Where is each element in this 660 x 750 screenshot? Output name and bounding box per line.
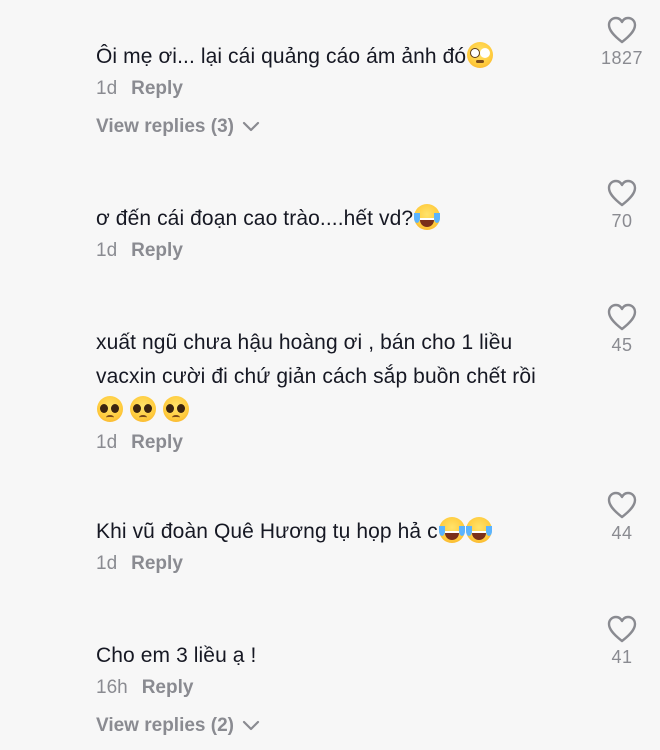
- comment-item: xuất ngũ chưa hậu hoàng ơi , bán cho 1 l…: [96, 326, 586, 454]
- reply-button[interactable]: Reply: [142, 677, 194, 699]
- joy-emoji-icon: [465, 517, 492, 543]
- comment-text: Cho em 3 liều ạ !: [96, 644, 257, 667]
- comment-age: 1d: [96, 553, 118, 574]
- comment-item: Khi vũ đoàn Quê Hương tụ họp hả c 1d Rep…: [96, 515, 586, 575]
- joy-emoji-icon: [438, 517, 465, 543]
- comment-item: ơ đến cái đoạn cao trào....hết vd? 1d Re…: [96, 202, 586, 262]
- comment-text-body: Ôi mẹ ơi... lại cái quảng cáo ám ảnh đó: [96, 45, 467, 68]
- like-count: 1827: [600, 48, 644, 68]
- heart-outline-icon: [607, 615, 637, 643]
- like-button[interactable]: 1827: [582, 16, 660, 69]
- like-count: 70: [611, 211, 633, 231]
- comment-text-line: xuất ngũ chưa hậu hoàng ơi , bán cho 1 l…: [96, 331, 513, 354]
- reply-button[interactable]: Reply: [131, 432, 183, 454]
- comment-item: Ôi mẹ ơi... lại cái quảng cáo ám ảnh đó …: [96, 40, 586, 138]
- reply-button[interactable]: Reply: [131, 78, 183, 100]
- like-button[interactable]: 70: [582, 179, 660, 232]
- pleading-emoji-icon: [97, 396, 123, 422]
- comment-text-line: vacxin cười đi chứ giản cách sắp buồn ch…: [96, 365, 536, 388]
- comment-age: 16h: [96, 677, 128, 698]
- comment-text-body: ơ đến cái đoạn cao trào....hết vd?: [96, 207, 414, 230]
- comment-emojis: [96, 394, 586, 428]
- comment-age: 1d: [96, 240, 118, 261]
- chevron-down-icon: [242, 121, 260, 132]
- view-replies-label: View replies (3): [96, 116, 234, 137]
- comment-text: ơ đến cái đoạn cao trào....hết vd?: [96, 202, 586, 236]
- comment-age: 1d: [96, 78, 118, 99]
- like-button[interactable]: 41: [582, 615, 660, 668]
- pleading-emoji-icon: [162, 396, 189, 422]
- comment-text: Ôi mẹ ơi... lại cái quảng cáo ám ảnh đó: [96, 40, 586, 74]
- heart-outline-icon: [607, 491, 637, 519]
- view-replies-button[interactable]: View replies (3): [96, 116, 586, 138]
- reply-button[interactable]: Reply: [131, 240, 183, 262]
- like-count: 45: [611, 335, 633, 355]
- joy-emoji-icon: [414, 204, 441, 230]
- reply-button[interactable]: Reply: [131, 553, 183, 575]
- comment-text-body: Khi vũ đoàn Quê Hương tụ họp hả c: [96, 520, 438, 543]
- comment-text: Khi vũ đoàn Quê Hương tụ họp hả c: [96, 515, 586, 549]
- heart-outline-icon: [607, 303, 637, 331]
- like-button[interactable]: 44: [582, 491, 660, 544]
- view-replies-button[interactable]: View replies (2): [96, 715, 586, 737]
- heart-outline-icon: [607, 16, 637, 44]
- view-replies-label: View replies (2): [96, 715, 234, 736]
- heart-outline-icon: [607, 179, 637, 207]
- pleading-emoji-icon: [129, 396, 156, 422]
- like-button[interactable]: 45: [582, 303, 660, 356]
- flushed-emoji-icon: [467, 42, 494, 68]
- like-count: 44: [611, 523, 633, 543]
- comment-item: Cho em 3 liều ạ ! 16h Reply View replies…: [96, 639, 586, 737]
- chevron-down-icon: [242, 720, 260, 731]
- comment-age: 1d: [96, 432, 118, 453]
- like-count: 41: [611, 647, 633, 667]
